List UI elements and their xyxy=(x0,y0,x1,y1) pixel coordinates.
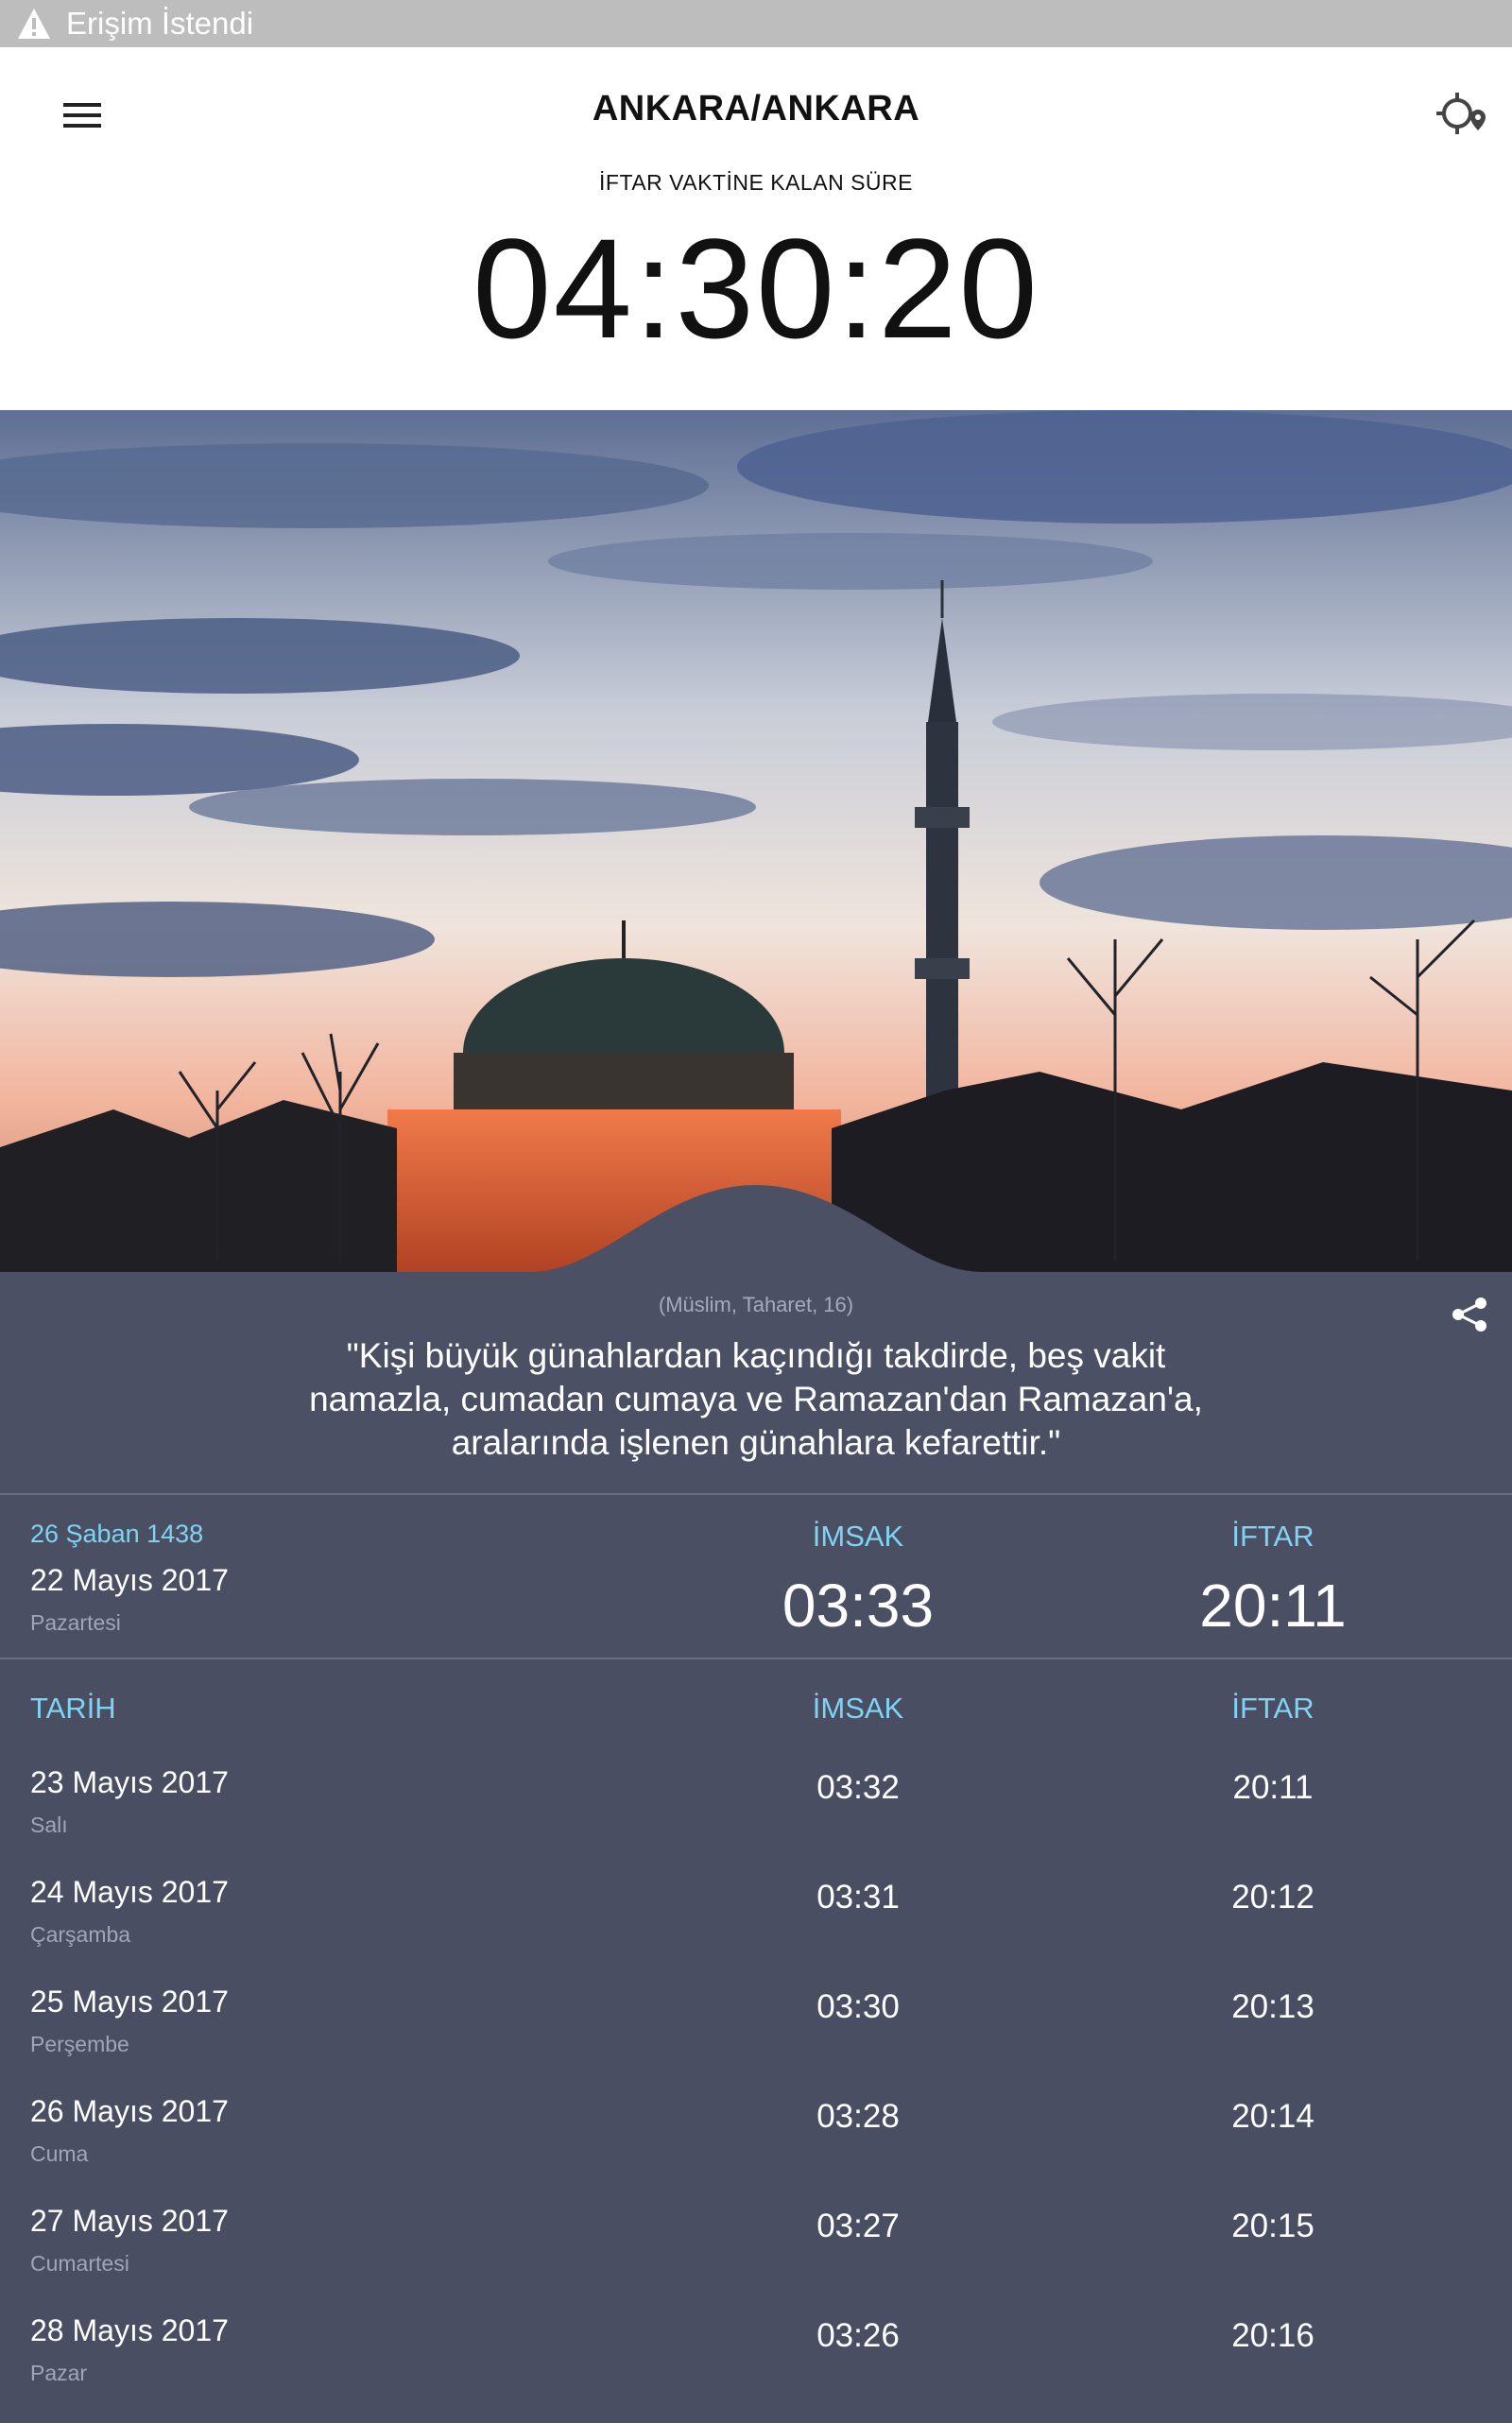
status-bar: Erişim İstendi xyxy=(0,0,1512,47)
quote-source: (Müslim, Taharet, 16) xyxy=(658,1293,854,1316)
row-date: 27 Mayıs 2017 xyxy=(30,2204,229,2238)
schedule-table: TARİH İMSAK İFTAR 23 Mayıs 2017 Salı 03:… xyxy=(0,1659,1512,2419)
status-text: Erişim İstendi xyxy=(66,6,254,41)
row-imsak: 03:31 xyxy=(816,1879,900,1916)
warning-icon xyxy=(15,5,53,43)
quote-line: "Kişi büyük günahlardan kaçındığı takdir… xyxy=(346,1336,1166,1375)
location-target-icon xyxy=(1436,93,1486,134)
today-summary: 26 Şaban 1438 22 Mayıs 2017 Pazartesi İM… xyxy=(0,1497,1512,1658)
city-title[interactable]: ANKARA/ANKARA xyxy=(0,89,1512,129)
quote-line: namazla, cumadan cumaya ve Ramazan'dan R… xyxy=(309,1380,1203,1418)
row-imsak: 03:32 xyxy=(816,1769,900,1806)
row-day: Salı xyxy=(30,1813,68,1837)
table-row: 28 Mayıs 2017 Pazar 03:26 20:16 xyxy=(0,2313,1512,2423)
table-row: 26 Mayıs 2017 Cuma 03:28 20:14 xyxy=(0,2094,1512,2204)
table-row: 24 Mayıs 2017 Çarşamba 03:31 20:12 xyxy=(0,1875,1512,1985)
hero-image xyxy=(0,410,1512,1272)
today-imsak-time: 03:33 xyxy=(782,1572,935,1640)
quote-text: "Kişi büyük günahlardan kaçındığı takdir… xyxy=(0,1334,1512,1465)
column-header-iftar: İFTAR xyxy=(1231,1692,1314,1725)
row-iftar: 20:11 xyxy=(1232,1769,1314,1806)
row-imsak: 03:30 xyxy=(816,1988,900,2025)
row-imsak: 03:27 xyxy=(816,2208,900,2244)
share-button[interactable] xyxy=(1446,1291,1493,1338)
hijri-date: 26 Şaban 1438 xyxy=(30,1520,204,1548)
mosque-sunset-illustration xyxy=(0,410,1512,1272)
table-row: 27 Mayıs 2017 Cumartesi 03:27 20:15 xyxy=(0,2204,1512,2313)
row-imsak: 03:28 xyxy=(816,2098,900,2135)
column-header-date: TARİH xyxy=(30,1692,116,1725)
row-iftar: 20:16 xyxy=(1231,2317,1314,2354)
quote-line: aralarında işlenen günahlara kefarettir.… xyxy=(451,1423,1061,1462)
row-day: Cuma xyxy=(30,2141,89,2166)
today-date: 22 Mayıs 2017 xyxy=(30,1563,229,1597)
column-header-imsak: İMSAK xyxy=(812,1692,904,1725)
row-day: Pazar xyxy=(30,2361,88,2385)
divider xyxy=(0,1493,1512,1495)
row-day: Perşembe xyxy=(30,2032,129,2056)
table-row: 25 Mayıs 2017 Perşembe 03:30 20:13 xyxy=(0,1985,1512,2094)
table-row: 23 Mayıs 2017 Salı 03:32 20:11 xyxy=(0,1765,1512,1875)
row-date: 25 Mayıs 2017 xyxy=(30,1985,229,2019)
location-button[interactable] xyxy=(1425,81,1493,149)
countdown-timer: 04:30:20 xyxy=(472,209,1040,368)
share-icon xyxy=(1452,1297,1486,1332)
row-day: Çarşamba xyxy=(30,1922,131,1947)
today-day: Pazartesi xyxy=(30,1610,121,1635)
today-iftar-label: İFTAR xyxy=(1231,1520,1314,1553)
row-iftar: 20:15 xyxy=(1231,2208,1314,2244)
row-imsak: 03:26 xyxy=(816,2317,900,2354)
row-day: Cumartesi xyxy=(30,2251,129,2276)
app-header: ANKARA/ANKARA İFTAR VAKTİNE KALAN SÜRE 0… xyxy=(0,47,1512,410)
quote-section: (Müslim, Taharet, 16) "Kişi büyük günahl… xyxy=(0,1272,1512,1495)
row-date: 28 Mayıs 2017 xyxy=(30,2313,229,2347)
row-date: 23 Mayıs 2017 xyxy=(30,1765,229,1799)
row-iftar: 20:14 xyxy=(1231,2098,1314,2135)
today-iftar-time: 20:11 xyxy=(1199,1572,1347,1640)
today-imsak-label: İMSAK xyxy=(812,1520,904,1553)
row-date: 24 Mayıs 2017 xyxy=(30,1875,229,1909)
countdown-label: İFTAR VAKTİNE KALAN SÜRE xyxy=(599,170,913,195)
row-date: 26 Mayıs 2017 xyxy=(30,2094,229,2128)
row-iftar: 20:12 xyxy=(1231,1879,1314,1916)
row-iftar: 20:13 xyxy=(1231,1988,1314,2025)
